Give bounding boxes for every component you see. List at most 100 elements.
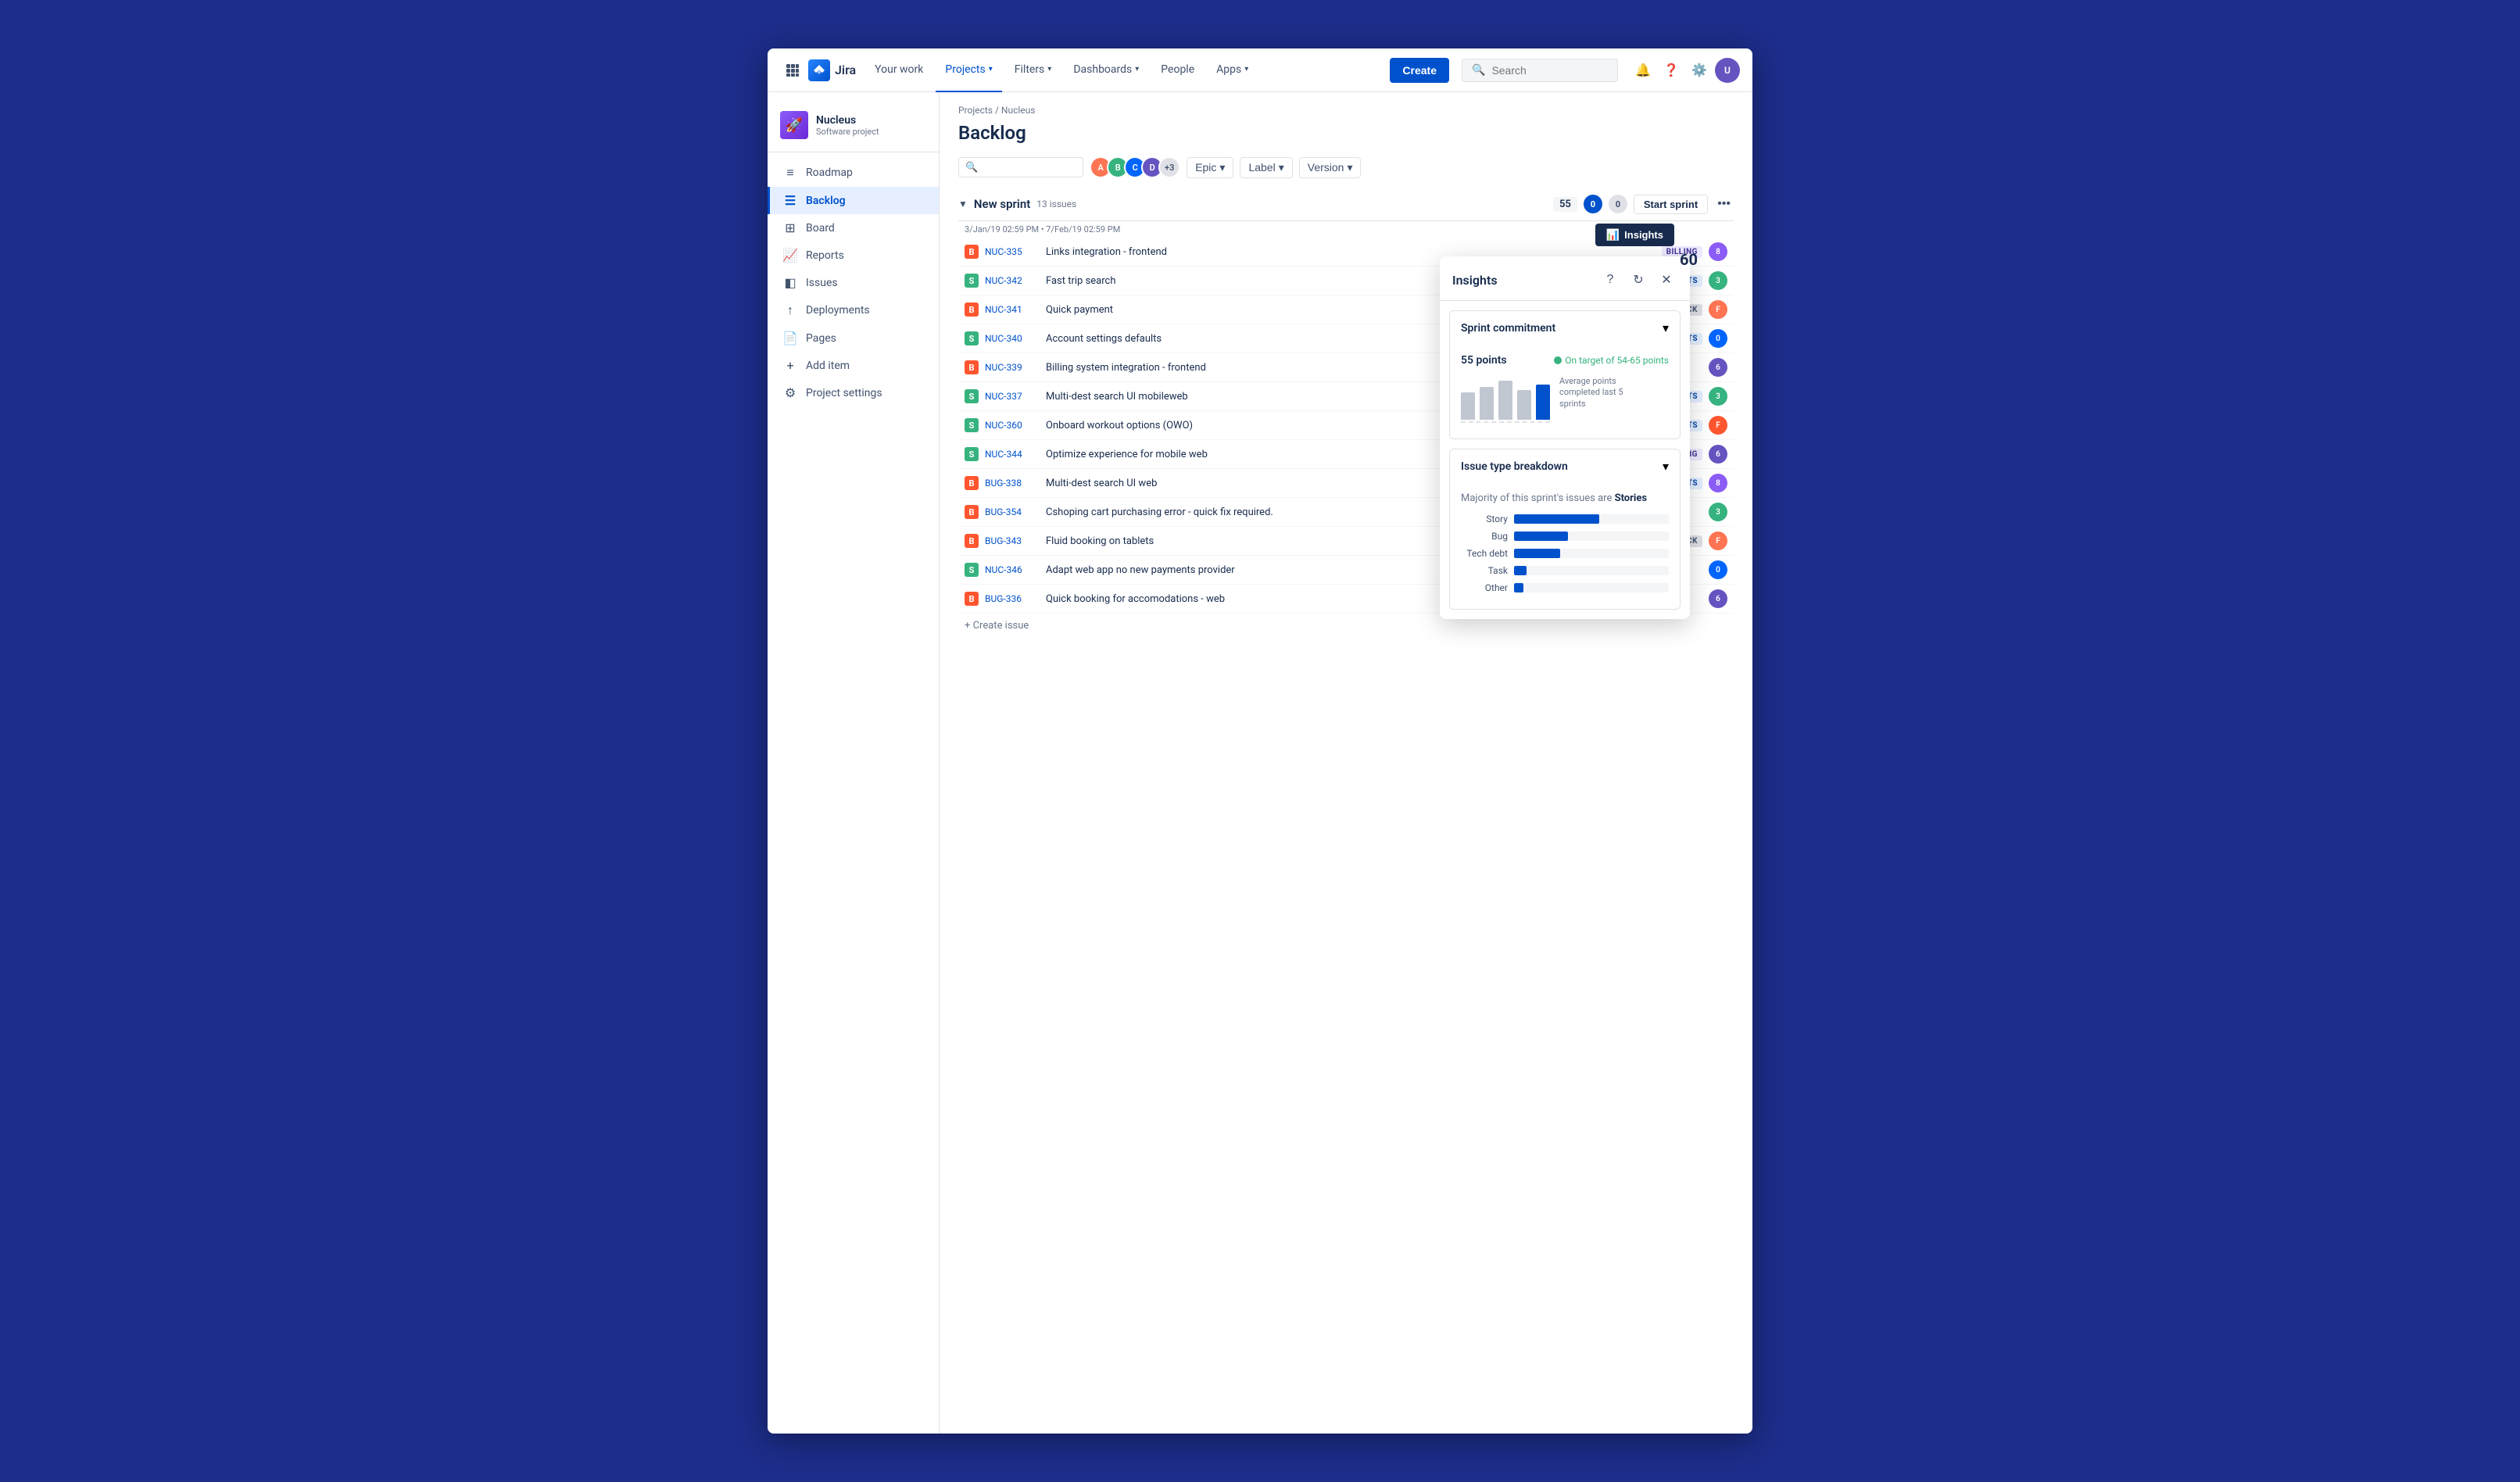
breadcrumb-nucleus[interactable]: Nucleus xyxy=(1001,105,1036,116)
deployments-icon: ↑ xyxy=(782,302,798,318)
breakdown-row: Bug xyxy=(1461,531,1669,542)
sidebar-item-roadmap[interactable]: ≡ Roadmap xyxy=(768,159,939,187)
issue-search-icon: 🔍 xyxy=(965,162,978,174)
nav-filters[interactable]: Filters ▾ xyxy=(1005,48,1061,92)
issue-avatar: F xyxy=(1709,416,1727,435)
sprint-commitment-header[interactable]: Sprint commitment ▾ xyxy=(1450,311,1680,345)
issue-breakdown-body: Majority of this sprint's issues are Sto… xyxy=(1450,483,1680,609)
issue-key: NUC-335 xyxy=(985,246,1040,257)
nav-dashboards[interactable]: Dashboards ▾ xyxy=(1064,48,1148,92)
chart-bar xyxy=(1536,385,1550,420)
label-chevron-icon: ▾ xyxy=(1279,161,1284,174)
breakdown-bar-bg xyxy=(1514,566,1669,575)
breakdown-bar-bg xyxy=(1514,514,1669,524)
breakdown-type-label: Other xyxy=(1461,582,1508,593)
board-icon: ⊞ xyxy=(782,220,798,235)
issue-search-input[interactable] xyxy=(983,161,1076,174)
issue-type-icon: S xyxy=(965,563,979,577)
grid-icon[interactable] xyxy=(780,58,805,83)
issue-key: NUC-341 xyxy=(985,304,1040,315)
search-box[interactable]: 🔍 xyxy=(1462,59,1618,82)
issue-avatar: 8 xyxy=(1709,242,1727,261)
breakdown-row: Tech debt xyxy=(1461,548,1669,559)
dashboards-chevron-icon: ▾ xyxy=(1135,65,1139,73)
jira-logo-icon xyxy=(808,59,830,81)
nav-people[interactable]: People xyxy=(1151,48,1204,92)
create-button[interactable]: Create xyxy=(1390,58,1449,83)
nav-apps[interactable]: Apps ▾ xyxy=(1207,48,1258,92)
issue-key: NUC-342 xyxy=(985,275,1040,286)
help-button[interactable]: ❓ xyxy=(1659,58,1684,83)
jira-logo[interactable]: Jira xyxy=(808,59,856,81)
label-filter-button[interactable]: Label ▾ xyxy=(1240,157,1292,178)
breakdown-bar xyxy=(1514,514,1599,524)
page-title: Backlog xyxy=(958,122,1026,144)
issues-icon: ◧ xyxy=(782,275,798,290)
insights-refresh-button[interactable]: ↻ xyxy=(1627,269,1649,291)
issue-avatar: F xyxy=(1709,532,1727,550)
project-info: Nucleus Software project xyxy=(816,114,879,137)
avatar-group: A B C D +3 xyxy=(1090,156,1180,178)
issue-type-icon: B xyxy=(965,592,979,606)
chart-bar xyxy=(1461,392,1475,420)
sprint-badge-blue: 0 xyxy=(1584,195,1602,213)
sidebar-item-deployments[interactable]: ↑ Deployments xyxy=(768,296,939,324)
breakdown-bar-bg xyxy=(1514,549,1669,558)
insights-button[interactable]: 📊 Insights xyxy=(1595,224,1674,246)
commitment-chevron-icon: ▾ xyxy=(1663,320,1669,335)
issue-avatar: 6 xyxy=(1709,445,1727,464)
nav-icons: 🔔 ❓ ⚙️ U xyxy=(1630,58,1740,83)
insights-help-button[interactable]: ? xyxy=(1599,269,1621,291)
issue-search-box[interactable]: 🔍 xyxy=(958,157,1083,177)
breakdown-subtitle: Majority of this sprint's issues are Sto… xyxy=(1461,492,1669,504)
breakdown-bars: Story Bug Tech debt Task Other xyxy=(1461,514,1669,593)
sidebar-item-board[interactable]: ⊞ Board xyxy=(768,214,939,242)
issue-key: NUC-337 xyxy=(985,391,1040,402)
sidebar-item-reports[interactable]: 📈 Reports xyxy=(768,242,939,269)
issue-key: BUG-343 xyxy=(985,535,1040,546)
sprint-points: 55 xyxy=(1553,197,1577,212)
issue-breakdown-title: Issue type breakdown xyxy=(1461,460,1568,473)
reports-icon: 📈 xyxy=(782,248,798,263)
top-nav: Jira Your work Projects ▾ Filters ▾ Dash… xyxy=(768,48,1752,92)
insights-actions: ? ↻ ✕ xyxy=(1599,269,1677,291)
avatar-more[interactable]: +3 xyxy=(1158,156,1180,178)
bar-chart xyxy=(1461,376,1550,423)
issue-breakdown-header[interactable]: Issue type breakdown ▾ xyxy=(1450,449,1680,483)
search-input[interactable] xyxy=(1491,64,1601,77)
issue-key: NUC-346 xyxy=(985,564,1040,575)
add-item-icon: + xyxy=(782,358,798,373)
issue-type-icon: B xyxy=(965,302,979,317)
issue-avatar: 6 xyxy=(1709,358,1727,377)
sidebar-item-issues[interactable]: ◧ Issues xyxy=(768,269,939,296)
issue-type-icon: S xyxy=(965,331,979,345)
issue-key: BUG-354 xyxy=(985,507,1040,517)
issue-type-icon: B xyxy=(965,245,979,259)
breakdown-bar xyxy=(1514,549,1560,558)
nav-projects[interactable]: Projects ▾ xyxy=(936,48,1001,92)
user-avatar[interactable]: U xyxy=(1715,58,1740,83)
sprint-more-button[interactable]: ••• xyxy=(1714,194,1734,214)
sidebar-item-backlog[interactable]: ☰ Backlog xyxy=(768,187,939,214)
project-icon: 🚀 xyxy=(780,111,808,139)
sidebar-item-add-item[interactable]: + Add item xyxy=(768,352,939,379)
epic-filter-button[interactable]: Epic ▾ xyxy=(1187,157,1233,178)
notifications-button[interactable]: 🔔 xyxy=(1630,58,1656,83)
project-header[interactable]: 🚀 Nucleus Software project xyxy=(768,105,939,152)
on-target-indicator: On target of 54-65 points xyxy=(1554,355,1669,366)
start-sprint-button[interactable]: Start sprint xyxy=(1634,195,1708,214)
breadcrumb-projects[interactable]: Projects xyxy=(958,105,993,116)
content-area: Projects / Nucleus Backlog 📊 Insights 🔍 … xyxy=(940,92,1752,1434)
version-filter-button[interactable]: Version ▾ xyxy=(1299,157,1362,178)
insights-panel: Insights ? ↻ ✕ Sprint commitment ▾ xyxy=(1440,256,1690,619)
issue-type-icon: B xyxy=(965,505,979,519)
issue-key: BUG-338 xyxy=(985,478,1040,489)
sidebar-item-pages[interactable]: 📄 Pages xyxy=(768,324,939,352)
settings-button[interactable]: ⚙️ xyxy=(1687,58,1712,83)
breakdown-type-label: Story xyxy=(1461,514,1508,524)
nav-your-work[interactable]: Your work xyxy=(865,48,932,92)
insights-close-button[interactable]: ✕ xyxy=(1656,269,1677,291)
sprint-toggle[interactable]: ▼ xyxy=(958,199,968,209)
breakdown-type-label: Tech debt xyxy=(1461,548,1508,559)
sidebar-item-project-settings[interactable]: ⚙ Project settings xyxy=(768,379,939,406)
